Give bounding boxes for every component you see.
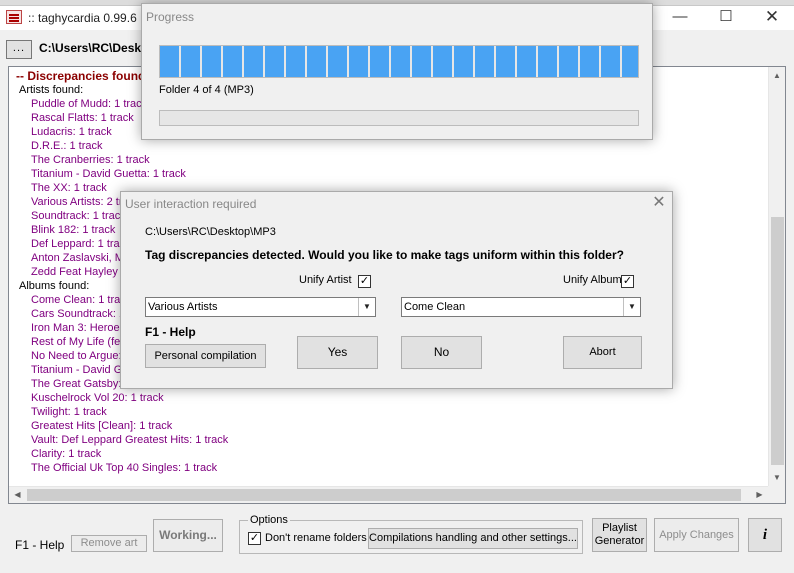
scroll-down-icon[interactable]: ▼: [769, 469, 785, 486]
playlist-label-line2: Generator: [594, 535, 645, 547]
close-icon[interactable]: ✕: [649, 193, 669, 213]
abort-button[interactable]: Abort: [563, 336, 642, 369]
scroll-left-icon[interactable]: ◀: [9, 487, 26, 503]
working-button[interactable]: Working...: [153, 519, 223, 552]
f1-help-label: F1 - Help: [15, 538, 65, 552]
app-icon: [6, 10, 22, 24]
scrollbar-corner: [768, 486, 785, 503]
remove-art-button[interactable]: Remove art: [71, 535, 147, 552]
album-list-item: Greatest Hits [Clean]: 1 track: [31, 420, 173, 432]
checkmark-icon: ✓: [359, 275, 370, 287]
playlist-label-line1: Playlist: [602, 522, 637, 534]
artist-select-value: Various Artists: [148, 301, 218, 313]
compilations-settings-button[interactable]: Compilations handling and other settings…: [368, 528, 578, 549]
user-interaction-dialog: User interaction required ✕ C:\Users\RC\…: [120, 191, 673, 389]
folder-progress-bar: [159, 45, 639, 78]
checkmark-icon: ✓: [622, 275, 633, 287]
no-button[interactable]: No: [401, 336, 482, 369]
browse-folder-button[interactable]: ...: [6, 40, 32, 59]
options-group: Options ✓ Don't rename folders Compilati…: [239, 514, 583, 554]
album-list-item: Vault: Def Leppard Greatest Hits: 1 trac…: [31, 434, 229, 446]
folder-progress-fill: [160, 46, 638, 77]
unify-artist-checkbox[interactable]: ✓: [358, 275, 371, 288]
file-progress-bar: [159, 110, 639, 126]
yes-button[interactable]: Yes: [297, 336, 378, 369]
unify-album-checkbox[interactable]: ✓: [621, 275, 634, 288]
dialog-question: Tag discrepancies detected. Would you li…: [145, 248, 624, 262]
artist-list-item: Titanium - David Guetta: 1 track: [31, 168, 186, 180]
album-select-value: Come Clean: [404, 301, 466, 313]
horizontal-scrollbar[interactable]: ◀ ▶: [9, 486, 768, 503]
maximize-icon[interactable]: ☐: [703, 6, 749, 30]
artist-list-item: D.R.E.: 1 track: [31, 140, 103, 152]
dialog-f1-help-label: F1 - Help: [145, 325, 196, 339]
album-list-item: Kuschelrock Vol 20: 1 track: [31, 392, 164, 404]
album-list-item: Twilight: 1 track: [31, 406, 107, 418]
close-icon[interactable]: ✕: [749, 6, 794, 30]
unify-artist-label: Unify Artist: [299, 274, 352, 286]
progress-status: Folder 4 of 4 (MP3): [159, 84, 254, 96]
chevron-down-icon[interactable]: ▼: [623, 298, 640, 316]
album-list-item: The Official Uk Top 40 Singles: 1 track: [31, 462, 218, 474]
options-legend: Options: [248, 514, 290, 526]
chevron-down-icon[interactable]: ▼: [358, 298, 375, 316]
dont-rename-checkbox[interactable]: ✓: [248, 532, 261, 545]
album-select[interactable]: Come Clean ▼: [401, 297, 641, 317]
progress-title: Progress: [146, 10, 195, 24]
minimize-icon[interactable]: —: [657, 6, 703, 30]
scroll-right-icon[interactable]: ▶: [751, 487, 768, 503]
progress-dialog: Progress Folder 4 of 4 (MP3): [141, 3, 653, 140]
dialog-title: User interaction required: [125, 197, 257, 211]
personal-compilation-button[interactable]: Personal compilation: [145, 344, 266, 368]
playlist-generator-button[interactable]: Playlist Generator: [592, 518, 647, 552]
checkmark-icon: ✓: [249, 532, 260, 544]
horizontal-scroll-thumb[interactable]: [27, 489, 741, 501]
dialog-folder-path: C:\Users\RC\Desktop\MP3: [145, 226, 276, 238]
info-button[interactable]: i: [748, 518, 782, 552]
dont-rename-label: Don't rename folders: [265, 532, 367, 544]
artist-select[interactable]: Various Artists ▼: [145, 297, 376, 317]
album-list-item: Clarity: 1 track: [31, 448, 102, 460]
artist-list-item: The Cranberries: 1 track: [31, 154, 150, 166]
vertical-scrollbar[interactable]: ▲ ▼: [768, 67, 785, 486]
apply-changes-button[interactable]: Apply Changes: [654, 518, 739, 552]
scroll-up-icon[interactable]: ▲: [769, 67, 785, 84]
unify-album-label: Unify Album: [563, 274, 622, 286]
vertical-scroll-thumb[interactable]: [771, 217, 784, 465]
